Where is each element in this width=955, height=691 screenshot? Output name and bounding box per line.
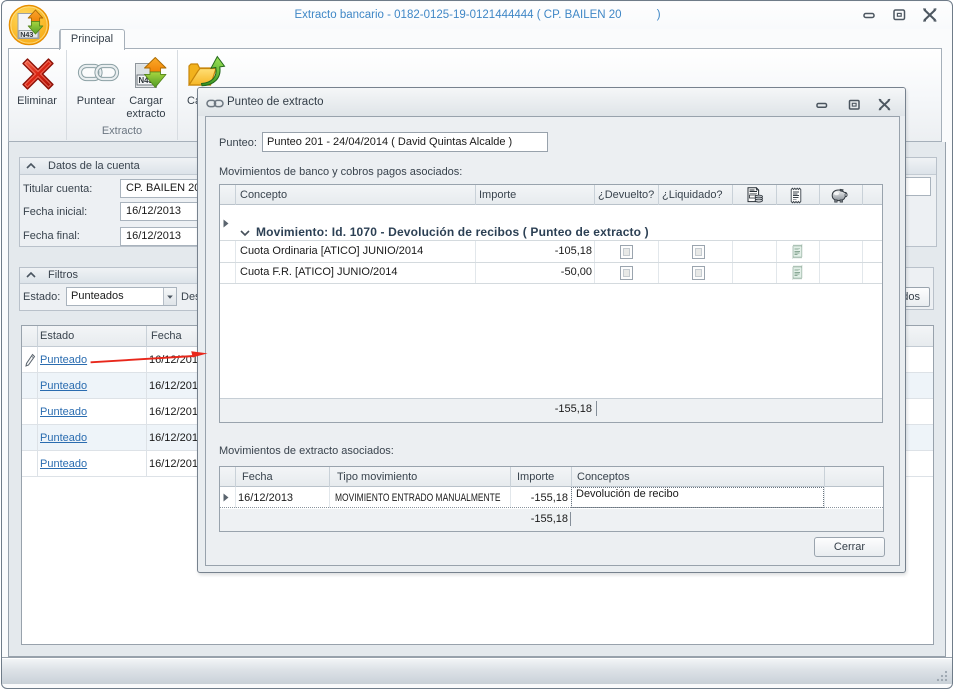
svg-text:N43: N43 [20, 30, 33, 39]
